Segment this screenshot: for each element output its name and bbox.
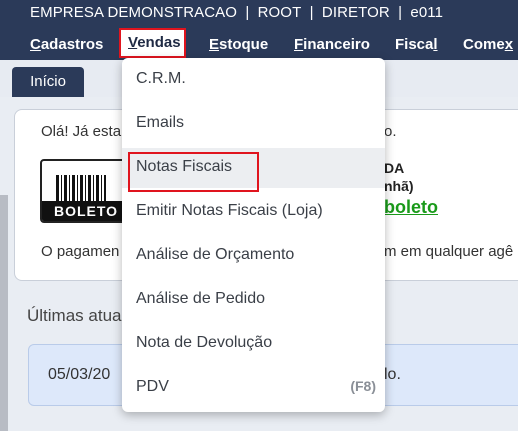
- menu-financeiro[interactable]: Financeiro: [294, 36, 370, 53]
- update-text-end: lo.: [384, 366, 401, 383]
- menu-fiscal[interactable]: Fiscal: [395, 36, 438, 53]
- company-name: EMPRESA DEMONSTRACAO: [30, 4, 238, 21]
- menu-label: Fisca: [395, 36, 434, 53]
- menu-accesskey: l: [433, 36, 438, 53]
- boleto-icon: BOLETO: [40, 159, 132, 223]
- menu-vendas[interactable]: Vendas: [121, 30, 184, 51]
- menu-item-label: Emails: [136, 114, 185, 131]
- menu-cadastros[interactable]: Cadastros: [30, 36, 103, 53]
- menu-item-label: Análise de Orçamento: [136, 246, 295, 263]
- notas-fiscais-highlight: [128, 152, 259, 192]
- menu-item-shortcut: (F8): [350, 378, 376, 394]
- tab-inicio[interactable]: Início: [12, 67, 84, 97]
- user-name: ROOT: [257, 4, 302, 21]
- separator: |: [309, 4, 314, 21]
- menu-item-pdv[interactable]: PDV (F8): [122, 368, 385, 408]
- menu-label: endas: [137, 34, 181, 51]
- company-code: e011: [410, 4, 444, 21]
- menu-item-analise-pedido[interactable]: Análise de Pedido: [122, 280, 385, 320]
- separator: |: [398, 4, 403, 21]
- barcode-graphic: [56, 175, 106, 201]
- menu-comex[interactable]: Comex: [463, 36, 513, 53]
- left-edge-shade: [0, 195, 8, 431]
- greeting-text: Olá! Já esta: [41, 123, 122, 140]
- menu-label: stoque: [219, 36, 269, 53]
- update-date: 05/03/20: [48, 366, 111, 383]
- menu-vendas-active[interactable]: Vendas: [119, 28, 186, 58]
- separator: |: [245, 4, 250, 21]
- menu-item-analise-orcamento[interactable]: Análise de Orçamento: [122, 236, 385, 276]
- notice-strong-line2: nhã): [384, 178, 414, 194]
- menu-item-label: C.R.M.: [136, 70, 186, 87]
- menu-item-label: Análise de Pedido: [136, 290, 265, 307]
- menu-accesskey: C: [30, 36, 41, 53]
- menu-accesskey: E: [209, 36, 220, 53]
- menu-label: adastros: [40, 36, 104, 53]
- menu-label: inanceiro: [303, 36, 370, 53]
- vendas-dropdown-menu: C.R.M. Emails Notas Fiscais Emitir Notas…: [122, 58, 385, 412]
- payment-text: O pagamen: [41, 243, 120, 260]
- boleto-link[interactable]: boleto: [384, 197, 438, 218]
- menu-item-emails[interactable]: Emails: [122, 104, 385, 144]
- main-menubar: Cadastros Estoque Financeiro Fiscal Come…: [0, 36, 518, 58]
- payment-text-end: m em qualquer agê: [384, 243, 514, 260]
- menu-item-label: PDV: [136, 378, 169, 395]
- greeting-text-end: o.: [384, 123, 397, 140]
- menu-item-label: Nota de Devolução: [136, 334, 273, 351]
- user-role: DIRETOR: [321, 4, 390, 21]
- menu-estoque[interactable]: Estoque: [209, 36, 268, 53]
- session-info: EMPRESA DEMONSTRACAO | ROOT | DIRETOR | …: [30, 4, 447, 21]
- menu-accesskey: V: [128, 34, 138, 51]
- updates-title: Últimas atua: [27, 306, 122, 325]
- boleto-icon-label: BOLETO: [42, 201, 130, 221]
- menu-item-crm[interactable]: C.R.M.: [122, 60, 385, 100]
- menu-label: Come: [463, 36, 505, 53]
- menu-item-label: Emitir Notas Fiscais (Loja): [136, 202, 323, 219]
- top-header: EMPRESA DEMONSTRACAO | ROOT | DIRETOR | …: [0, 0, 518, 60]
- menu-accesskey: F: [294, 36, 304, 53]
- menu-item-emitir-notas-fiscais-loja[interactable]: Emitir Notas Fiscais (Loja): [122, 192, 385, 232]
- menu-item-nota-devolucao[interactable]: Nota de Devolução: [122, 324, 385, 364]
- menu-accesskey: x: [504, 36, 514, 53]
- notice-strong-line1: DA: [384, 160, 405, 176]
